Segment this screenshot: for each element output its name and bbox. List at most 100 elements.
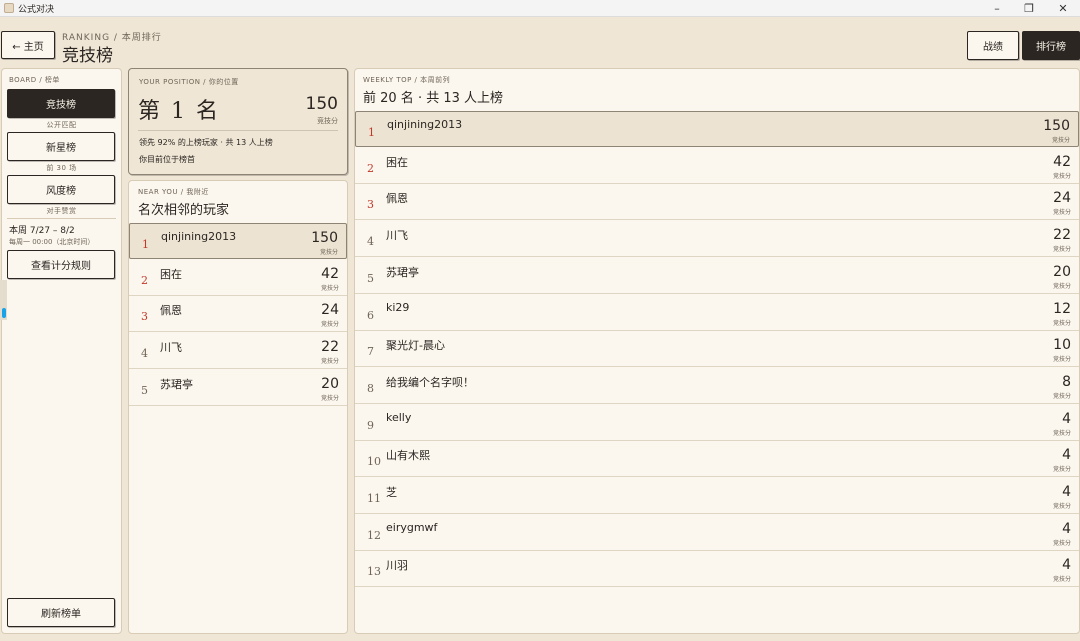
position-score: 150 xyxy=(305,94,338,114)
row-player-name: 芝 xyxy=(386,486,397,499)
row-score-unit: 竞技分 xyxy=(1052,576,1071,584)
row-rank: 11 xyxy=(367,492,381,505)
row-score-unit: 竞技分 xyxy=(320,394,339,402)
row-score: 20 xyxy=(321,375,339,392)
near-you-panel: NEAR YOU / 我附近 名次相邻的玩家 1 qinjining2013 150… xyxy=(128,180,348,634)
row-score: 42 xyxy=(1053,153,1071,170)
row-player-name: 山有木熙 xyxy=(386,449,430,463)
ranking-row[interactable]: 2 困在 42 竞技分 xyxy=(355,147,1079,184)
near-title: 名次相邻的玩家 xyxy=(138,203,230,218)
row-score-unit: 竞技分 xyxy=(319,249,338,256)
your-position-card: YOUR POSITION / 你的位置 第 1 名 150 竞技分 领先 92… xyxy=(128,68,348,175)
row-rank: 8 xyxy=(367,381,374,395)
ranking-row[interactable]: 2 困在 42 竞技分 xyxy=(129,259,347,296)
row-score: 24 xyxy=(1053,190,1071,207)
tab-record[interactable]: 战绩 xyxy=(967,31,1019,60)
row-rank: 5 xyxy=(141,383,148,397)
row-score-unit: 竞技分 xyxy=(1052,356,1071,364)
ranking-row[interactable]: 1 qinjining2013 150 竞技分 xyxy=(355,111,1079,147)
row-score: 4 xyxy=(1062,484,1071,500)
row-player-name: 聚光灯-晨心 xyxy=(386,339,445,353)
ranking-row[interactable]: 3 佩恩 24 竞技分 xyxy=(355,184,1079,221)
row-rank: 1 xyxy=(368,126,375,139)
row-rank: 6 xyxy=(367,308,374,322)
ranking-row[interactable]: 8 给我编个名字呗！ 8 竞技分 xyxy=(355,367,1079,404)
ranking-row[interactable]: 6 ki29 12 竞技分 xyxy=(355,294,1079,331)
row-score: 22 xyxy=(1053,227,1071,244)
position-rank: 第 1 名 xyxy=(138,99,220,124)
row-score-unit: 竞技分 xyxy=(1051,137,1070,144)
app-icon xyxy=(4,3,14,13)
back-home-button[interactable]: ← 主页 xyxy=(1,31,55,59)
row-score: 24 xyxy=(321,302,339,319)
row-score-unit: 竞技分 xyxy=(1052,429,1071,437)
reset-time: 每周一 00:00（北京时间） xyxy=(9,238,95,246)
row-score-unit: 竞技分 xyxy=(1052,246,1071,254)
row-score-unit: 竞技分 xyxy=(1052,503,1071,510)
window-title: 公式对决 xyxy=(18,4,55,15)
row-score: 150 xyxy=(311,230,338,246)
row-score: 12 xyxy=(1053,300,1071,317)
row-rank: 12 xyxy=(367,528,381,542)
position-section-label: YOUR POSITION / 你的位置 xyxy=(139,78,239,86)
ranking-row[interactable]: 11 芝 4 竞技分 xyxy=(355,478,1079,514)
row-score-unit: 竞技分 xyxy=(1052,539,1071,547)
divider xyxy=(138,130,338,131)
ranking-row[interactable]: 5 苏珺亭 20 竞技分 xyxy=(355,257,1079,294)
minimize-icon[interactable]: – xyxy=(980,0,1014,16)
close-icon[interactable]: ✕ xyxy=(1046,0,1080,16)
row-player-name: 困在 xyxy=(386,155,408,169)
tab-leaderboard[interactable]: 排行榜 xyxy=(1022,31,1080,60)
board-competitive-button[interactable]: 竞技榜 xyxy=(7,89,115,118)
scrollbar-thumb[interactable] xyxy=(2,308,6,318)
row-player-name: 佩恩 xyxy=(160,304,182,318)
scoring-rules-button[interactable]: 查看计分规则 xyxy=(7,250,115,279)
row-score: 20 xyxy=(1053,263,1071,280)
row-player-name: 困在 xyxy=(160,267,182,281)
window-titlebar: 公式对决 – ❐ ✕ xyxy=(0,0,1080,17)
row-rank: 4 xyxy=(141,347,148,361)
ranking-row[interactable]: 4 川飞 22 竞技分 xyxy=(129,333,347,370)
ranking-row[interactable]: 4 川飞 22 竞技分 xyxy=(355,221,1079,258)
refresh-board-button[interactable]: 刷新榜单 xyxy=(7,598,115,627)
week-range: 本周 7/27 – 8/2 xyxy=(9,226,75,236)
row-score: 8 xyxy=(1062,373,1071,390)
weekly-title: 前 20 名 · 共 13 人上榜 xyxy=(363,91,504,106)
ranking-row[interactable]: 3 佩恩 24 竞技分 xyxy=(129,296,347,333)
row-score-unit: 竞技分 xyxy=(1052,172,1071,180)
row-player-name: 给我编个名字呗！ xyxy=(386,375,474,389)
board-sportsmanship-button[interactable]: 风度榜 xyxy=(7,175,115,204)
ranking-row[interactable]: 13 川羽 4 竞技分 xyxy=(355,551,1079,588)
board-rookie-button[interactable]: 新星榜 xyxy=(7,132,115,161)
row-rank: 7 xyxy=(367,345,374,359)
board-rookie-sub: 前 30 场 xyxy=(46,164,77,172)
position-score-unit: 竞技分 xyxy=(317,117,338,125)
position-lead-text: 领先 92% 的上榜玩家 · 共 13 人上榜 xyxy=(139,138,273,147)
restore-icon[interactable]: ❐ xyxy=(1012,0,1046,16)
row-score: 4 xyxy=(1062,410,1071,427)
row-score: 4 xyxy=(1062,557,1071,574)
row-rank: 4 xyxy=(367,235,374,249)
near-section-label: NEAR YOU / 我附近 xyxy=(138,188,209,196)
header: ← 主页 RANKING / 本周排行 竞技榜 战绩 排行榜 xyxy=(0,17,1080,67)
ranking-row[interactable]: 12 eirygmwf 4 竞技分 xyxy=(355,514,1079,551)
divider xyxy=(7,218,116,219)
board-sportsmanship-sub: 对手赞赏 xyxy=(46,207,77,215)
row-player-name: 苏珺亭 xyxy=(386,265,419,279)
ranking-row[interactable]: 9 kelly 4 竞技分 xyxy=(355,404,1079,441)
row-rank: 2 xyxy=(367,161,374,175)
ranking-row[interactable]: 10 山有木熙 4 竞技分 xyxy=(355,441,1079,478)
board-competitive-sub: 公开匹配 xyxy=(46,121,77,129)
row-rank: 2 xyxy=(141,273,148,287)
page-title: 竞技榜 xyxy=(62,46,113,66)
row-player-name: ki29 xyxy=(386,300,410,314)
ranking-row[interactable]: 1 qinjining2013 150 竞技分 xyxy=(129,223,347,259)
row-score-unit: 竞技分 xyxy=(1052,466,1071,474)
ranking-row[interactable]: 7 聚光灯-晨心 10 竞技分 xyxy=(355,331,1079,368)
row-score-unit: 竞技分 xyxy=(1052,282,1071,290)
ranking-row[interactable]: 5 苏珺亭 20 竞技分 xyxy=(129,369,347,406)
row-player-name: 川飞 xyxy=(160,341,182,355)
row-player-name: qinjining2013 xyxy=(161,230,237,243)
row-player-name: eirygmwf xyxy=(386,520,438,534)
position-note: 你目前位于榜首 xyxy=(139,155,195,164)
